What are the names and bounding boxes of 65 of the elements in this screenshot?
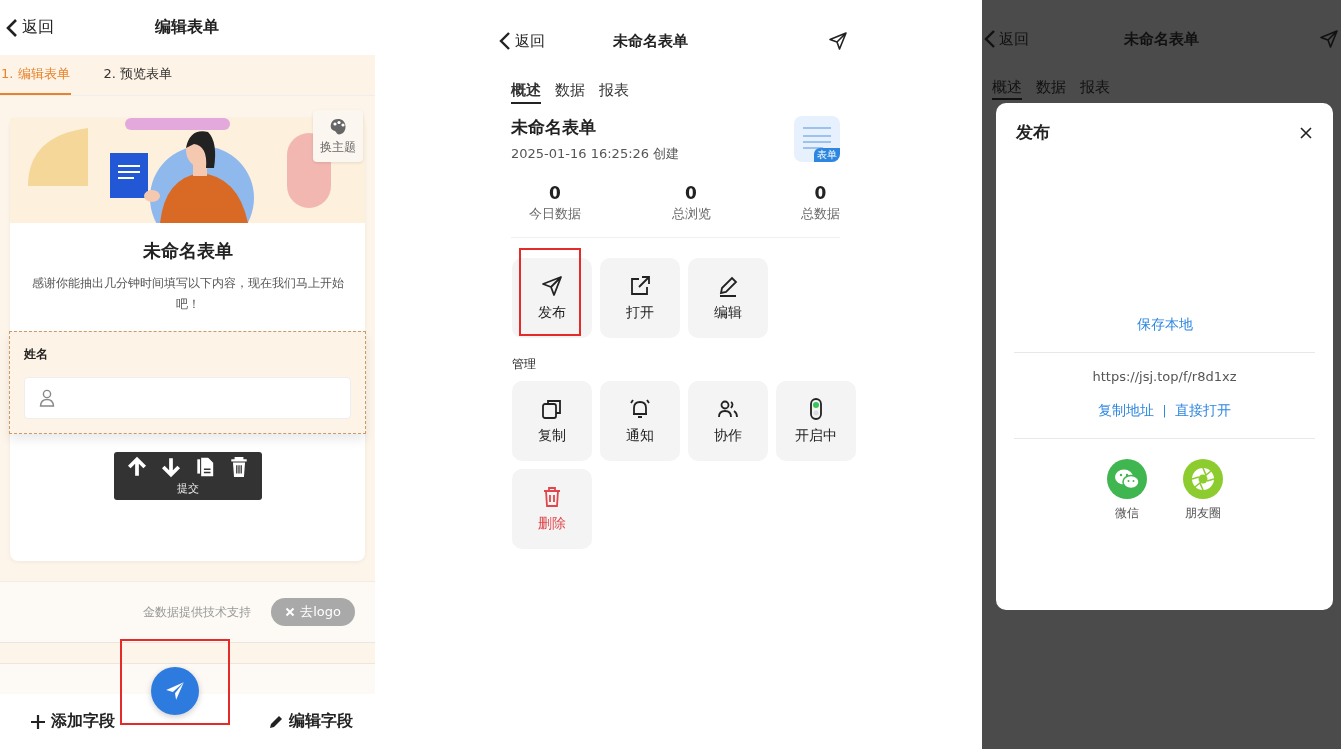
step-tab[interactable]: 2. 预览表单: [102, 55, 174, 95]
moments-share-button[interactable]: 朋友圈: [1182, 459, 1223, 522]
stat-value: 0: [814, 183, 827, 203]
form-icon: 表单: [794, 116, 840, 162]
stat-label: 今日数据: [529, 205, 581, 223]
save-local-link[interactable]: 保存本地: [1136, 316, 1193, 334]
submit-label: 提交: [176, 481, 199, 496]
delete-tile[interactable]: 删除: [512, 469, 592, 549]
chevron-left-icon: [499, 31, 511, 51]
send-icon: [540, 274, 564, 298]
back-button[interactable]: 返回: [493, 31, 551, 51]
edit-tile[interactable]: 编辑: [688, 258, 768, 338]
form-title: 未命名表单: [511, 116, 597, 139]
publish-button[interactable]: [151, 667, 199, 715]
send-icon: [164, 680, 186, 702]
credit-text: 金数据提供技术支持: [143, 603, 252, 621]
arrow-up-icon[interactable]: [125, 456, 148, 478]
close-icon: [285, 607, 296, 617]
close-icon[interactable]: [1299, 125, 1313, 140]
section-heading: 管理: [511, 356, 537, 373]
page-title: 未命名表单: [1124, 29, 1199, 49]
back-button[interactable]: 返回: [0, 17, 60, 38]
created-time: 2025-01-16 16:25:26 创建: [511, 145, 680, 163]
name-input[interactable]: [24, 377, 351, 419]
copy-address-link[interactable]: 复制地址: [1098, 402, 1155, 420]
section-tab[interactable]: 概述: [511, 78, 541, 104]
form-title: 未命名表单: [141, 239, 234, 263]
section-tab[interactable]: 数据: [555, 78, 585, 104]
person-icon: [39, 389, 55, 407]
arrow-down-icon[interactable]: [159, 456, 182, 478]
copy-icon: [540, 397, 564, 421]
dialog-title: 发布: [1016, 121, 1050, 144]
send-tile[interactable]: 发布: [512, 258, 592, 338]
toggle-tile[interactable]: 开启中: [776, 381, 856, 461]
stat-value: 0: [549, 183, 561, 203]
open-directly-link[interactable]: 直接打开: [1174, 402, 1231, 420]
chevron-left-icon: [984, 29, 996, 49]
wechat-share-button[interactable]: 微信: [1106, 459, 1147, 522]
change-theme-button[interactable]: 换主题: [313, 110, 363, 162]
edit-field-button[interactable]: 编辑字段: [268, 711, 353, 732]
separator: |: [1162, 404, 1167, 418]
field-label: 姓名: [24, 346, 49, 363]
external-link-icon: [628, 274, 652, 298]
palette-icon: [328, 116, 348, 137]
users-tile[interactable]: 协作: [688, 381, 768, 461]
open-tile[interactable]: 打开: [600, 258, 680, 338]
aperture-icon: [1182, 459, 1223, 499]
bell-tile[interactable]: 通知: [600, 381, 680, 461]
form-url: https://jsj.top/f/r8d1xz: [1091, 369, 1238, 384]
pencil-icon: [268, 713, 284, 730]
field-block[interactable]: 姓名: [9, 331, 366, 434]
copy-tile[interactable]: 复制: [512, 381, 592, 461]
stat-label: 总数据: [801, 205, 840, 223]
add-field-button[interactable]: 添加字段: [30, 711, 115, 732]
stat-label: 总浏览: [671, 205, 711, 223]
chat-bubbles-icon: [1106, 459, 1147, 499]
chevron-left-icon: [6, 17, 18, 38]
page-title: 编辑表单: [155, 17, 219, 38]
bell-icon: [628, 397, 652, 421]
send-icon[interactable]: [828, 31, 848, 51]
plus-icon: [30, 713, 46, 730]
form-description: 感谢你能抽出几分钟时间填写以下内容，现在我们马上开始吧！: [30, 275, 345, 313]
page-title: 未命名表单: [612, 31, 688, 51]
stat-value: 0: [685, 183, 697, 203]
section-tab[interactable]: 报表: [599, 78, 629, 104]
